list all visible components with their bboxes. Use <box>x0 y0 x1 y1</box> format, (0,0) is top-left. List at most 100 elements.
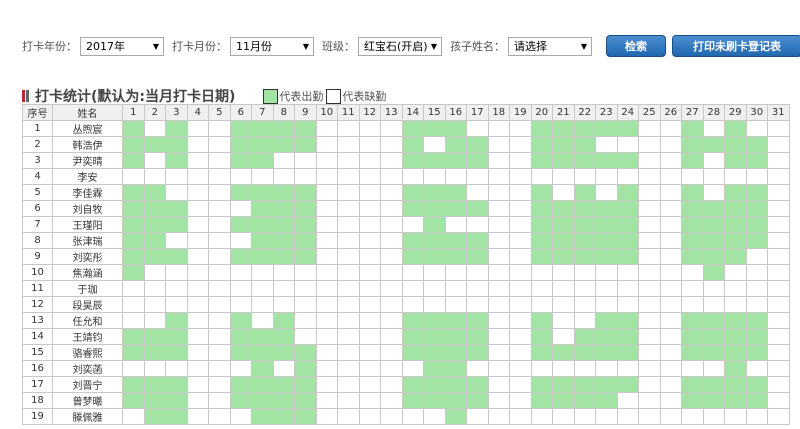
attendance-cell <box>208 296 231 313</box>
present-legend-swatch <box>263 88 279 104</box>
attendance-cell <box>294 216 317 233</box>
table-row: 8 张津瑞 <box>22 232 790 249</box>
attendance-cell <box>466 264 489 281</box>
attendance-cell <box>251 200 274 217</box>
attendance-cell <box>423 360 446 377</box>
attendance-cell <box>337 232 360 249</box>
attendance-cell <box>229 248 252 265</box>
attendance-cell <box>358 392 381 409</box>
attendance-cell <box>552 344 575 361</box>
attendance-cell <box>681 312 704 329</box>
attendance-cell <box>681 376 704 393</box>
attendance-cell <box>638 152 661 169</box>
attendance-cell <box>659 200 682 217</box>
attendance-cell <box>466 280 489 297</box>
attendance-cell <box>487 248 510 265</box>
attendance-cell <box>659 168 682 185</box>
attendance-cell <box>466 408 489 425</box>
attendance-cell <box>315 344 338 361</box>
year-select[interactable]: 2017年 ▼ <box>80 36 164 56</box>
attendance-cell <box>530 280 553 297</box>
attendance-cell <box>294 312 317 329</box>
attendance-cell <box>337 136 360 153</box>
attendance-cell <box>724 296 747 313</box>
attendance-cell <box>208 184 231 201</box>
attendance-cell <box>487 296 510 313</box>
attendance-cell <box>380 360 403 377</box>
child-select[interactable]: 请选择 ▼ <box>508 36 592 56</box>
student-name: 尹奕晴 <box>52 152 123 169</box>
attendance-cell <box>401 200 424 217</box>
attendance-cell <box>638 232 661 249</box>
attendance-cell <box>229 168 252 185</box>
month-select[interactable]: 11月份 ▼ <box>230 36 314 56</box>
attendance-cell <box>401 408 424 425</box>
attendance-cell <box>487 280 510 297</box>
attendance-cell <box>444 296 467 313</box>
attendance-cell <box>724 408 747 425</box>
attendance-cell <box>466 360 489 377</box>
attendance-cell <box>337 184 360 201</box>
table-row: 18 曾梦曦 <box>22 392 790 409</box>
attendance-cell <box>401 264 424 281</box>
row-index: 13 <box>22 312 53 329</box>
attendance-cell <box>358 408 381 425</box>
attendance-cell <box>423 264 446 281</box>
attendance-cell <box>595 184 618 201</box>
attendance-cell <box>659 280 682 297</box>
attendance-cell <box>724 248 747 265</box>
class-select[interactable]: 红宝石(开启) ▼ <box>358 36 442 56</box>
attendance-cell <box>724 136 747 153</box>
attendance-cell <box>251 376 274 393</box>
attendance-cell <box>444 264 467 281</box>
attendance-cell <box>358 328 381 345</box>
attendance-cell <box>724 120 747 137</box>
attendance-cell <box>681 184 704 201</box>
attendance-cell <box>767 184 790 201</box>
attendance-cell <box>380 216 403 233</box>
row-index: 3 <box>22 152 53 169</box>
attendance-cell <box>595 344 618 361</box>
attendance-cell <box>165 296 188 313</box>
attendance-cell <box>294 232 317 249</box>
attendance-cell <box>229 152 252 169</box>
attendance-cell <box>745 136 768 153</box>
attendance-cell <box>681 248 704 265</box>
section-header: 打卡统计(默认为:当月打卡日期) 代表出勤 代表缺勤 <box>22 86 389 106</box>
print-unswiped-button[interactable]: 打印未刷卡登记表 <box>672 35 800 57</box>
row-index: 5 <box>22 184 53 201</box>
row-index: 10 <box>22 264 53 281</box>
attendance-cell <box>165 232 188 249</box>
attendance-cell <box>294 360 317 377</box>
attendance-cell <box>466 392 489 409</box>
attendance-cell <box>724 264 747 281</box>
attendance-cell <box>122 392 145 409</box>
attendance-cell <box>444 120 467 137</box>
attendance-cell <box>315 296 338 313</box>
attendance-cell <box>315 216 338 233</box>
attendance-cell <box>294 264 317 281</box>
attendance-cell <box>681 408 704 425</box>
attendance-cell <box>509 296 532 313</box>
attendance-cell <box>143 344 166 361</box>
year-value: 2017年 <box>86 40 125 53</box>
attendance-cell <box>423 168 446 185</box>
attendance-cell <box>165 408 188 425</box>
attendance-cell <box>530 344 553 361</box>
attendance-cell <box>638 312 661 329</box>
attendance-cell <box>165 152 188 169</box>
attendance-cell <box>702 280 725 297</box>
header-day-24: 24 <box>616 104 639 121</box>
attendance-cell <box>681 120 704 137</box>
attendance-cell <box>272 168 295 185</box>
attendance-cell <box>143 184 166 201</box>
attendance-cell <box>143 296 166 313</box>
attendance-cell <box>401 360 424 377</box>
search-button[interactable]: 检索 <box>606 35 666 57</box>
attendance-cell <box>767 344 790 361</box>
attendance-cell <box>702 152 725 169</box>
attendance-cell <box>573 296 596 313</box>
attendance-cell <box>186 232 209 249</box>
attendance-cell <box>616 168 639 185</box>
student-name: 滕佩雅 <box>52 408 123 425</box>
